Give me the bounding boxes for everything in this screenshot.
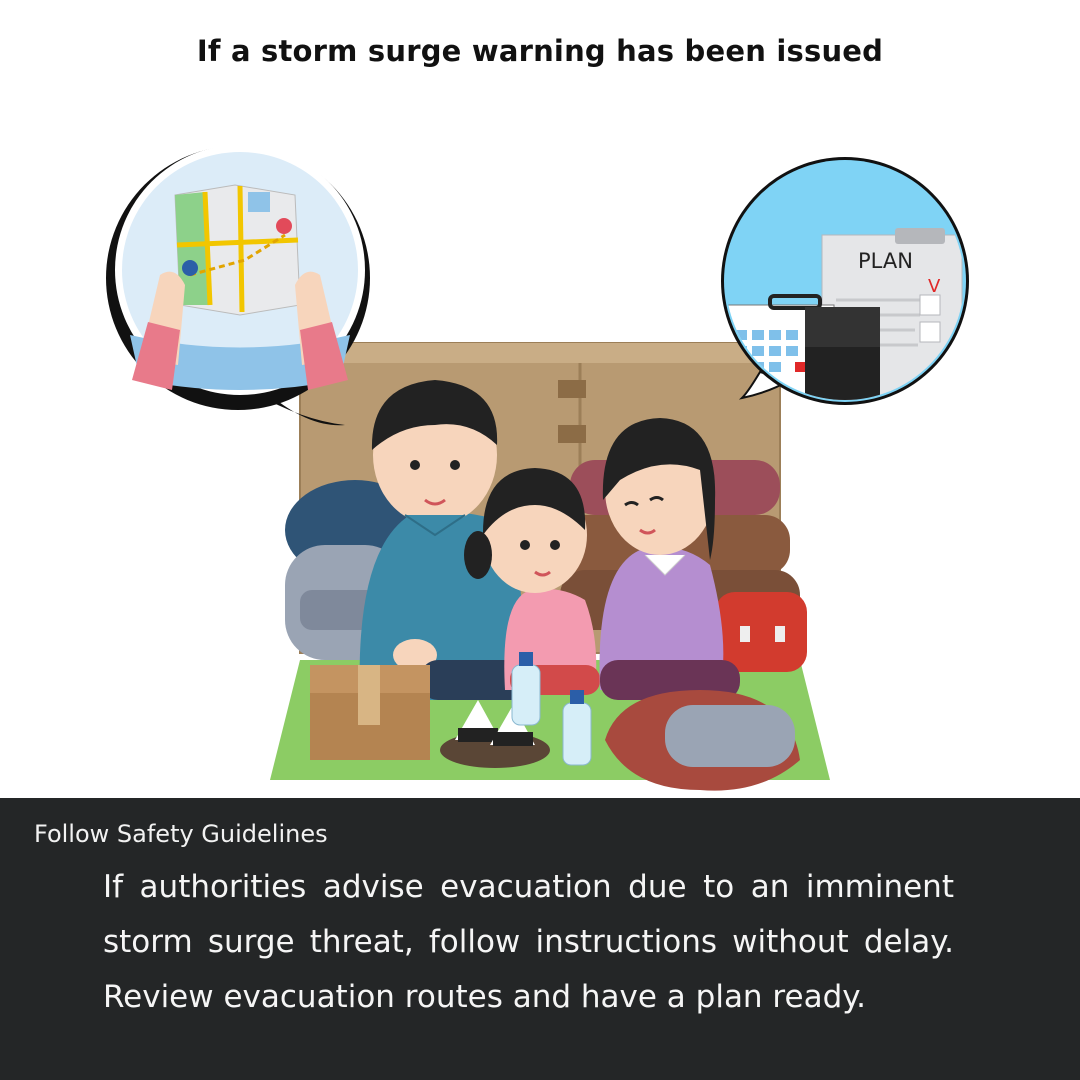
panel-heading: Follow Safety Guidelines xyxy=(34,820,328,848)
cardboard-box-icon xyxy=(310,665,430,760)
plan-label: PLAN xyxy=(858,249,913,273)
checkmark-label: V xyxy=(928,276,941,297)
plan-bubble-icon: PLAN V xyxy=(721,157,969,405)
panel-body-text: If authorities advise evacuation due to … xyxy=(103,869,954,1015)
map-bubble-icon xyxy=(106,145,370,426)
red-bag-icon xyxy=(715,592,807,672)
guidelines-panel: Follow Safety Guidelines If authorities … xyxy=(0,798,1080,1080)
family-in-evacuation-shelter-icon: PLAN V xyxy=(106,145,969,791)
